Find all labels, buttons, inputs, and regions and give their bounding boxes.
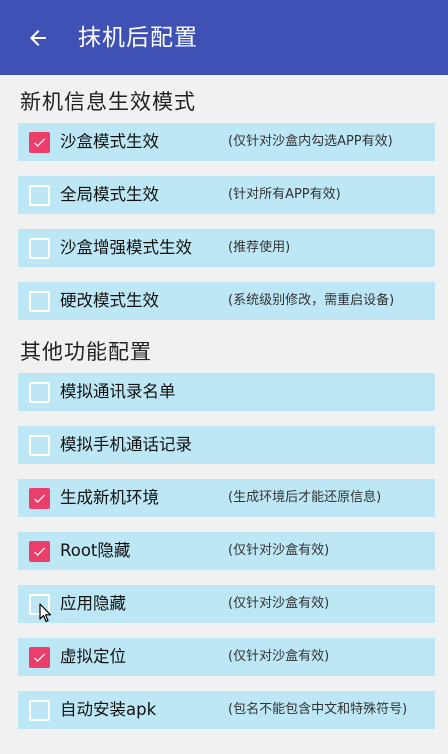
option-label: 自动安装apk: [60, 700, 157, 719]
option-label: Root隐藏: [60, 541, 131, 560]
option-hint: (仅针对沙盒有效): [228, 649, 330, 664]
checkbox[interactable]: [29, 132, 50, 153]
option-row[interactable]: 全局模式生效 (针对所有APP有效): [18, 176, 435, 214]
checkbox[interactable]: [29, 382, 50, 403]
section-title-other: 其他功能配置: [20, 340, 152, 364]
check-icon: [34, 653, 46, 662]
app-bar: 抹机后配置: [0, 0, 448, 75]
arrow-left-icon: [30, 30, 46, 46]
option-row[interactable]: 应用隐藏 (仅针对沙盒有效): [18, 585, 435, 623]
option-row[interactable]: 沙盒增强模式生效 (推荐使用): [18, 229, 435, 267]
option-hint: (包名不能包含中文和特殊符号): [228, 702, 408, 717]
option-label: 沙盒增强模式生效: [60, 238, 192, 257]
option-hint: (系统级别修改，需重启设备): [228, 293, 395, 308]
option-row[interactable]: 生成新机环境 (生成环境后才能还原信息): [18, 479, 435, 517]
option-row[interactable]: 沙盒模式生效 (仅针对沙盒内勾选APP有效): [18, 123, 435, 161]
page-title: 抹机后配置: [78, 25, 198, 51]
checkbox[interactable]: [29, 291, 50, 312]
checkbox[interactable]: [29, 541, 50, 562]
option-hint: (仅针对沙盒内勾选APP有效): [228, 134, 393, 149]
checkbox[interactable]: [29, 647, 50, 668]
checkbox[interactable]: [29, 435, 50, 456]
option-hint: (仅针对沙盒有效): [228, 543, 330, 558]
option-hint: (仅针对沙盒有效): [228, 596, 330, 611]
option-row[interactable]: 硬改模式生效 (系统级别修改，需重启设备): [18, 282, 435, 320]
option-hint: (推荐使用): [228, 240, 291, 255]
option-label: 沙盒模式生效: [60, 132, 159, 151]
section-title-mode: 新机信息生效模式: [20, 90, 196, 114]
back-button[interactable]: [22, 22, 54, 54]
mouse-cursor-icon: [39, 603, 52, 623]
option-row[interactable]: 模拟通讯录名单: [18, 373, 435, 411]
option-label: 模拟通讯录名单: [60, 382, 176, 401]
option-label: 虚拟定位: [60, 647, 126, 666]
option-row[interactable]: Root隐藏 (仅针对沙盒有效): [18, 532, 435, 570]
option-label: 应用隐藏: [60, 594, 126, 613]
option-row[interactable]: 虚拟定位 (仅针对沙盒有效): [18, 638, 435, 676]
checkbox[interactable]: [29, 488, 50, 509]
check-icon: [34, 138, 46, 147]
option-label: 模拟手机通话记录: [60, 435, 192, 454]
check-icon: [34, 547, 46, 556]
checkbox[interactable]: [29, 238, 50, 259]
option-label: 生成新机环境: [60, 488, 159, 507]
option-label: 硬改模式生效: [60, 291, 159, 310]
option-row[interactable]: 模拟手机通话记录: [18, 426, 435, 464]
option-hint: (针对所有APP有效): [228, 187, 341, 202]
option-hint: (生成环境后才能还原信息): [228, 490, 382, 505]
check-icon: [34, 494, 46, 503]
option-label: 全局模式生效: [60, 185, 159, 204]
option-row[interactable]: 自动安装apk (包名不能包含中文和特殊符号): [18, 691, 435, 729]
checkbox[interactable]: [29, 185, 50, 206]
checkbox[interactable]: [29, 700, 50, 721]
